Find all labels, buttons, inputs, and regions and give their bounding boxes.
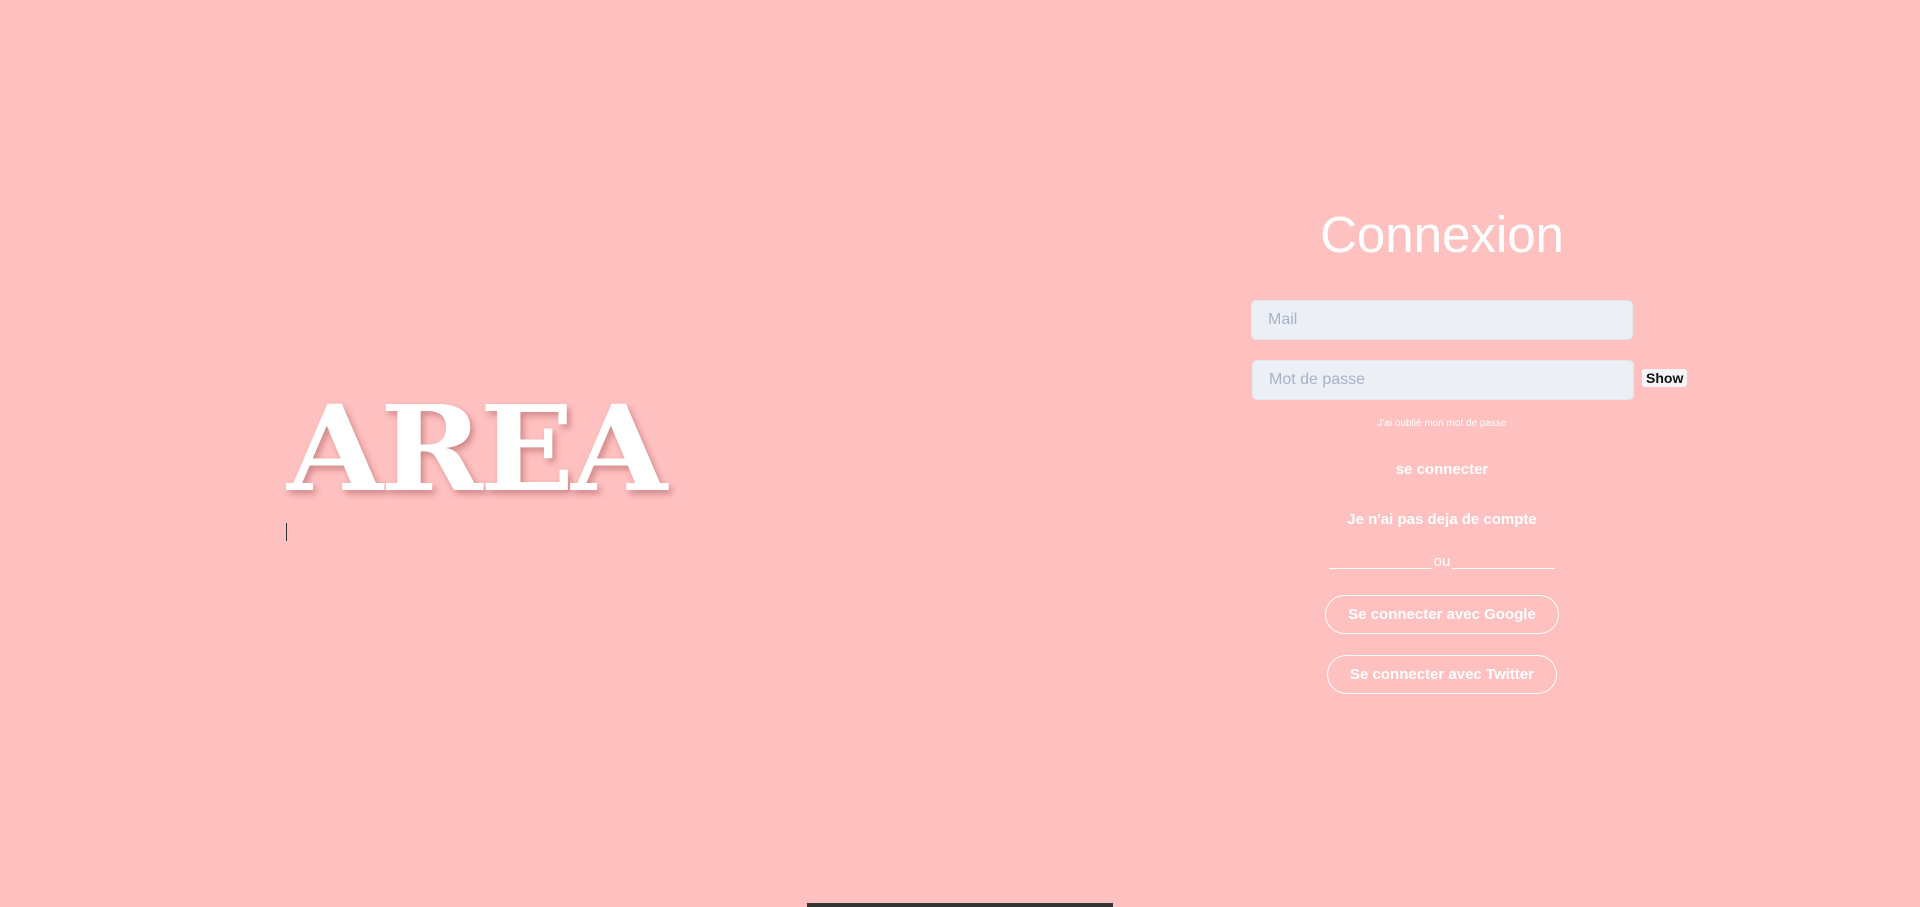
- area-logo: AREA: [287, 379, 667, 518]
- login-button[interactable]: se connecter: [1251, 461, 1633, 478]
- separator-line-right: [1452, 567, 1555, 569]
- or-separator: ou: [1329, 551, 1555, 571]
- login-title: Connexion: [1320, 206, 1564, 263]
- password-input[interactable]: [1252, 360, 1634, 400]
- twitter-login-button[interactable]: Se connecter avec Twitter: [1327, 655, 1557, 694]
- login-page: AREA Connexion Show J'ai oublié mon mot …: [0, 0, 1920, 907]
- text-caret: [286, 523, 287, 541]
- separator-line-left: [1329, 567, 1432, 569]
- forgot-password-link[interactable]: J'ai oublié mon mot de passe: [1251, 418, 1633, 429]
- separator-text: ou: [1433, 552, 1451, 570]
- signup-link[interactable]: Je n'ai pas deja de compte: [1251, 511, 1633, 528]
- google-login-button[interactable]: Se connecter avec Google: [1325, 595, 1559, 634]
- mail-input[interactable]: [1251, 300, 1633, 340]
- bottom-scroll-bar: [807, 903, 1113, 907]
- show-password-button[interactable]: Show: [1642, 369, 1688, 387]
